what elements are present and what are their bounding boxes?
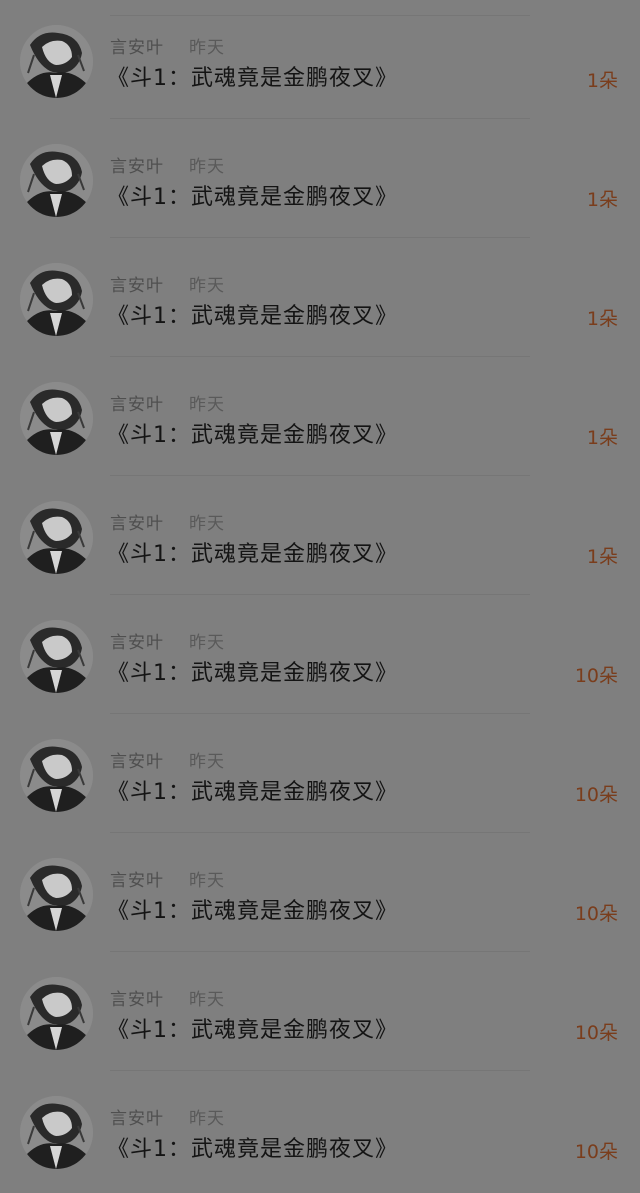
gift-count: 10朵 xyxy=(574,1141,618,1163)
book-title[interactable]: 《斗1：武魂竟是金鹏夜叉》 xyxy=(107,536,398,568)
avatar[interactable] xyxy=(20,382,93,455)
gift-count: 1朵 xyxy=(586,427,618,449)
author-name[interactable]: 言安叶 xyxy=(110,509,164,534)
gift-count: 1朵 xyxy=(586,546,618,568)
timestamp: 昨天 xyxy=(189,514,225,534)
book-title[interactable]: 《斗1：武魂竟是金鹏夜叉》 xyxy=(107,655,398,687)
timestamp: 昨天 xyxy=(189,276,225,296)
book-title[interactable]: 《斗1：武魂竟是金鹏夜叉》 xyxy=(107,60,398,92)
book-title[interactable]: 《斗1：武魂竟是金鹏夜叉》 xyxy=(107,298,398,330)
avatar[interactable] xyxy=(20,263,93,336)
list-item[interactable]: 言安叶 昨天 《斗1：武魂竟是金鹏夜叉》 10朵 xyxy=(0,833,640,952)
list-item[interactable]: 言安叶 昨天 《斗1：武魂竟是金鹏夜叉》 1朵 xyxy=(0,476,640,595)
timestamp: 昨天 xyxy=(189,871,225,891)
list-item[interactable]: 言安叶 昨天 《斗1：武魂竟是金鹏夜叉》 10朵 xyxy=(0,1071,640,1190)
gift-count: 1朵 xyxy=(586,70,618,92)
list-item[interactable]: 言安叶 昨天 《斗1：武魂竟是金鹏夜叉》 1朵 xyxy=(0,238,640,357)
timestamp: 昨天 xyxy=(189,752,225,772)
list-item[interactable]: 言安叶 昨天 《斗1：武魂竟是金鹏夜叉》 10朵 xyxy=(0,952,640,1071)
author-name[interactable]: 言安叶 xyxy=(110,33,164,58)
author-name[interactable]: 言安叶 xyxy=(110,866,164,891)
book-title[interactable]: 《斗1：武魂竟是金鹏夜叉》 xyxy=(107,893,398,925)
book-title[interactable]: 《斗1：武魂竟是金鹏夜叉》 xyxy=(107,1012,398,1044)
list-item[interactable]: 言安叶 昨天 《斗1：武魂竟是金鹏夜叉》 10朵 xyxy=(0,595,640,714)
gift-count: 10朵 xyxy=(574,665,618,687)
author-name[interactable]: 言安叶 xyxy=(110,628,164,653)
list-item[interactable]: 言安叶 昨天 《斗1：武魂竟是金鹏夜叉》 10朵 xyxy=(0,714,640,833)
gift-count: 10朵 xyxy=(574,903,618,925)
gift-count: 10朵 xyxy=(574,1022,618,1044)
avatar[interactable] xyxy=(20,858,93,931)
author-name[interactable]: 言安叶 xyxy=(110,1104,164,1129)
timestamp: 昨天 xyxy=(189,633,225,653)
book-title[interactable]: 《斗1：武魂竟是金鹏夜叉》 xyxy=(107,179,398,211)
author-name[interactable]: 言安叶 xyxy=(110,152,164,177)
list-item[interactable]: 言安叶 昨天 《斗1：武魂竟是金鹏夜叉》 1朵 xyxy=(0,119,640,238)
avatar[interactable] xyxy=(20,25,93,98)
timestamp: 昨天 xyxy=(189,1109,225,1129)
gift-list: 言安叶 昨天 《斗1：武魂竟是金鹏夜叉》 1朵 言安叶 昨天 《斗1：武魂竟是金… xyxy=(0,0,640,1193)
gift-count: 10朵 xyxy=(574,784,618,806)
avatar[interactable] xyxy=(20,144,93,217)
list-item[interactable]: 言安叶 昨天 《斗1：武魂竟是金鹏夜叉》 1朵 xyxy=(0,0,640,119)
author-name[interactable]: 言安叶 xyxy=(110,747,164,772)
avatar[interactable] xyxy=(20,1096,93,1169)
list-item[interactable]: 言安叶 昨天 《斗1：武魂竟是金鹏夜叉》 1朵 xyxy=(0,357,640,476)
author-name[interactable]: 言安叶 xyxy=(110,390,164,415)
author-name[interactable]: 言安叶 xyxy=(110,985,164,1010)
timestamp: 昨天 xyxy=(189,157,225,177)
avatar[interactable] xyxy=(20,620,93,693)
timestamp: 昨天 xyxy=(189,38,225,58)
avatar[interactable] xyxy=(20,739,93,812)
author-name[interactable]: 言安叶 xyxy=(110,271,164,296)
gift-count: 1朵 xyxy=(586,308,618,330)
book-title[interactable]: 《斗1：武魂竟是金鹏夜叉》 xyxy=(107,417,398,449)
avatar[interactable] xyxy=(20,977,93,1050)
gift-count: 1朵 xyxy=(586,189,618,211)
book-title[interactable]: 《斗1：武魂竟是金鹏夜叉》 xyxy=(107,774,398,806)
avatar[interactable] xyxy=(20,501,93,574)
timestamp: 昨天 xyxy=(189,990,225,1010)
book-title[interactable]: 《斗1：武魂竟是金鹏夜叉》 xyxy=(107,1131,398,1163)
timestamp: 昨天 xyxy=(189,395,225,415)
